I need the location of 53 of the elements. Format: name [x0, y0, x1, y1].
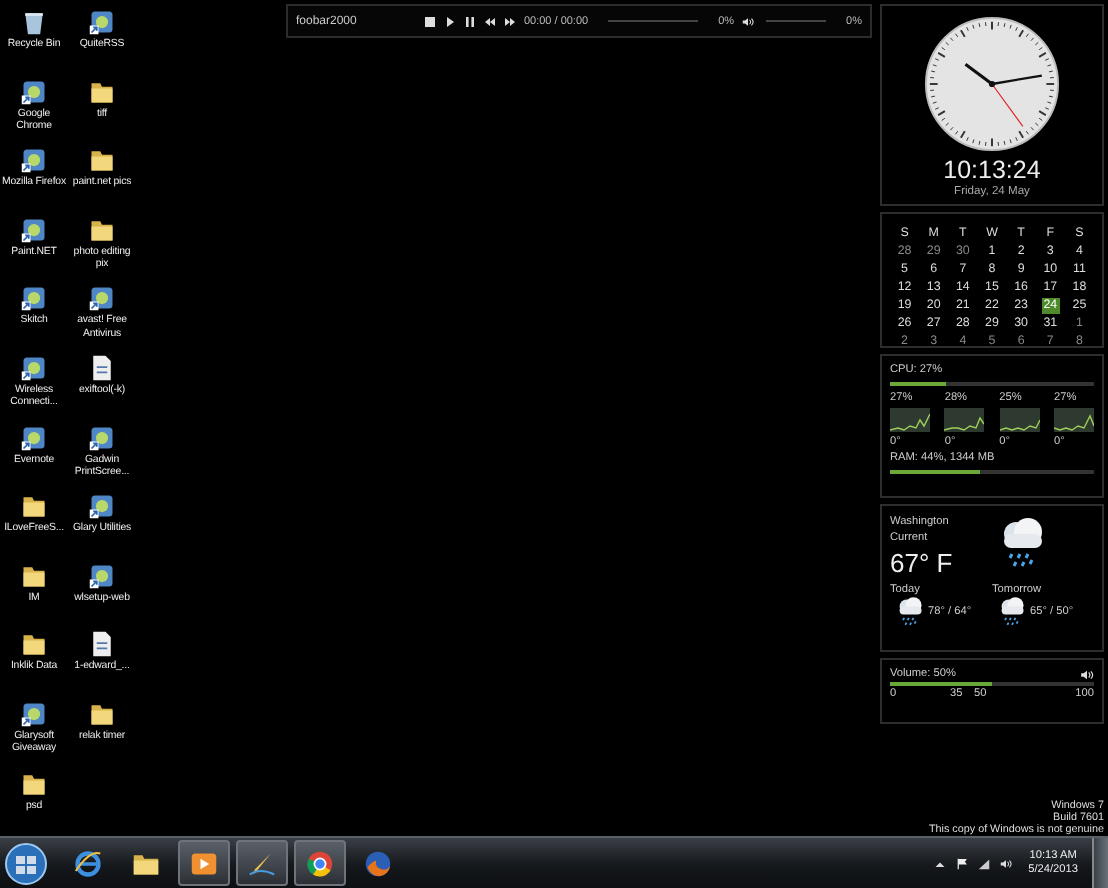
file-icon[interactable] — [88, 353, 116, 382]
globe-icon — [364, 849, 392, 877]
folder-icon[interactable] — [20, 492, 48, 521]
recycle-bin-icon[interactable] — [20, 8, 48, 36]
show-hidden-icons-arrow-icon[interactable] — [934, 857, 947, 869]
digital-time: 10:13:24 — [943, 156, 1041, 184]
app-shortcut-icon[interactable] — [88, 423, 116, 452]
folder-icon[interactable] — [20, 769, 48, 798]
stop-icon[interactable] — [423, 15, 436, 27]
app-shortcut-icon[interactable] — [20, 146, 48, 175]
folder-icon[interactable] — [88, 146, 116, 175]
taskbar-button[interactable] — [178, 840, 230, 886]
app-shortcut-icon[interactable] — [20, 423, 48, 452]
start-orb-icon[interactable] — [4, 841, 48, 885]
core-graph — [999, 408, 1040, 432]
app-shortcut-icon[interactable] — [88, 284, 116, 313]
pause-icon[interactable] — [463, 15, 476, 27]
folder-icon — [132, 849, 160, 877]
core-graph — [1053, 408, 1094, 432]
flag-icon[interactable] — [956, 857, 969, 869]
speaker-icon[interactable] — [1080, 669, 1094, 679]
rain-cloud-icon — [896, 596, 924, 626]
speaker-icon[interactable] — [1000, 857, 1013, 869]
next-icon[interactable] — [503, 15, 516, 27]
browser-icon — [306, 849, 334, 877]
app-shortcut-icon[interactable] — [20, 77, 48, 106]
app-shortcut-icon[interactable] — [20, 284, 48, 313]
core-graph — [944, 408, 985, 432]
file-icon[interactable] — [88, 630, 116, 659]
play-icon — [190, 849, 218, 877]
core-graph — [890, 408, 930, 432]
folder-icon[interactable] — [88, 77, 116, 106]
previous-icon[interactable] — [483, 15, 496, 27]
folder-icon[interactable] — [88, 699, 116, 728]
browser-icon — [74, 849, 102, 877]
show-desktop-button[interactable] — [1092, 838, 1108, 888]
rain-cloud-icon — [998, 516, 1046, 568]
app-shortcut-icon[interactable] — [88, 561, 116, 590]
app-shortcut-icon[interactable] — [20, 353, 48, 382]
taskbar-button[interactable] — [294, 840, 346, 886]
analog-clock-drawing — [924, 16, 1060, 152]
play-icon[interactable] — [443, 15, 456, 27]
app-shortcut-icon[interactable] — [88, 492, 116, 521]
app-shortcut-icon[interactable] — [20, 215, 48, 244]
app-shortcut-icon[interactable] — [20, 699, 48, 728]
app-shortcut-icon[interactable] — [88, 8, 116, 36]
rain-cloud-icon — [998, 596, 1026, 626]
folder-icon[interactable] — [20, 630, 48, 659]
folder-icon[interactable] — [20, 561, 48, 590]
folder-icon[interactable] — [88, 215, 116, 244]
speaker-icon[interactable] — [742, 15, 755, 27]
signal-icon[interactable] — [978, 857, 991, 869]
current-temperature: 67° F — [890, 548, 955, 578]
